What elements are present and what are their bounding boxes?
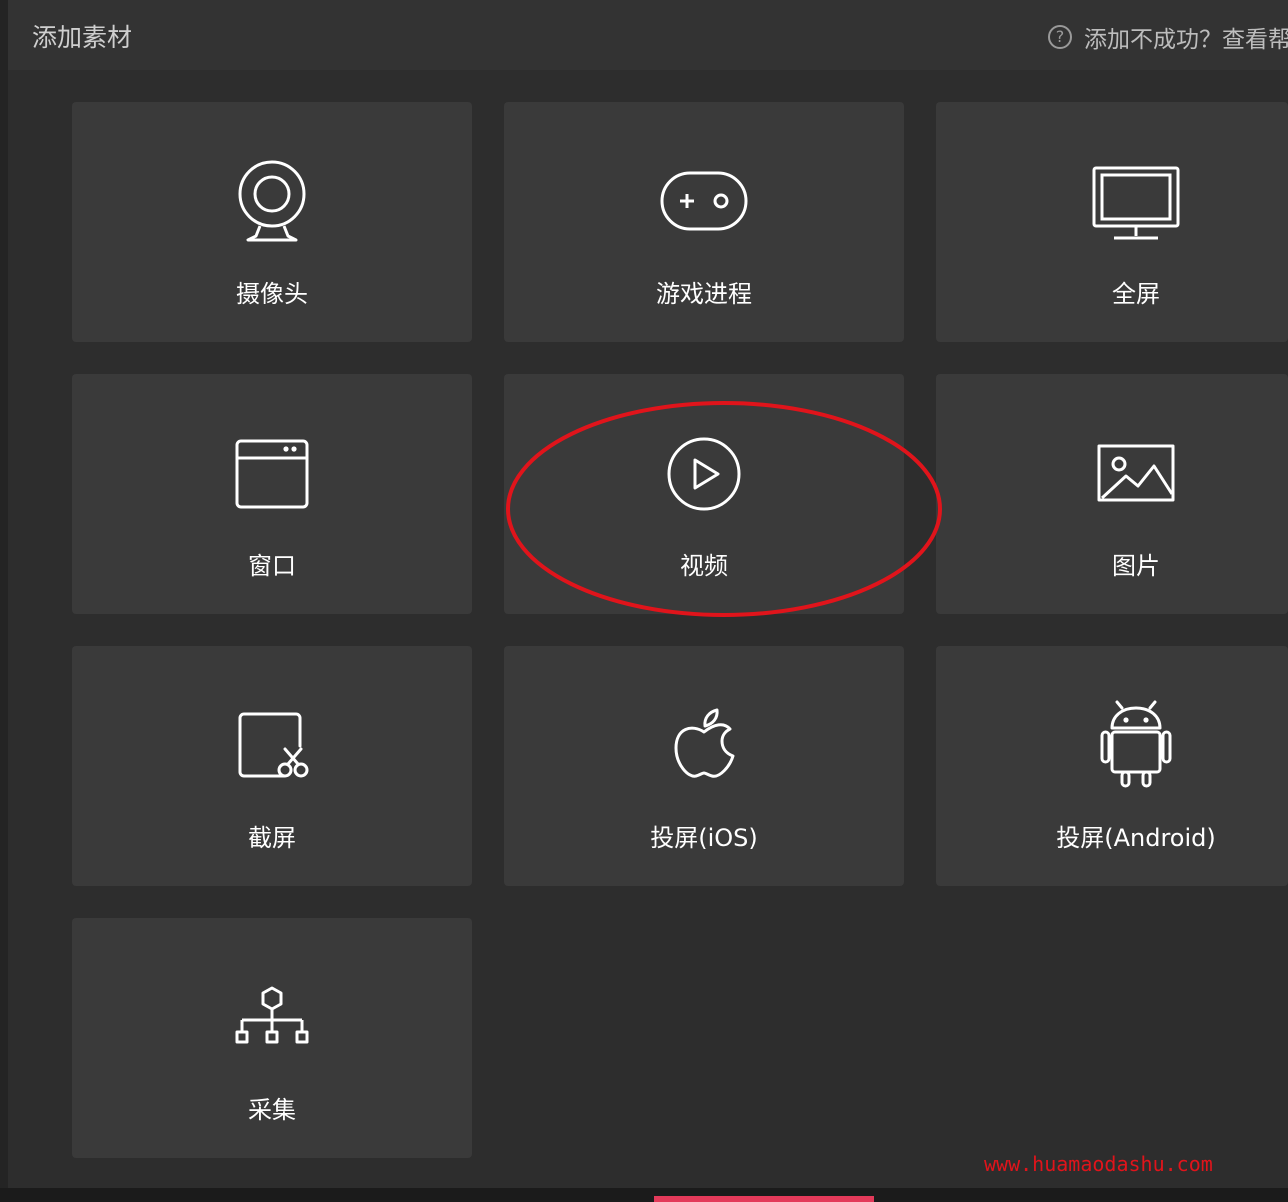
bottom-accent-bar	[654, 1196, 874, 1202]
tile-label: 摄像头	[236, 280, 308, 308]
tile-capture[interactable]: 采集	[72, 918, 472, 1158]
tile-label: 截屏	[248, 824, 296, 852]
tile-label: 窗口	[248, 552, 296, 580]
tile-game-process[interactable]: 游戏进程	[504, 102, 904, 342]
question-icon: ?	[1048, 25, 1072, 49]
left-edge	[0, 0, 8, 1202]
tile-webcam[interactable]: 摄像头	[72, 102, 472, 342]
tile-label: 投屏(iOS)	[650, 824, 758, 852]
tile-window[interactable]: 窗口	[72, 374, 472, 614]
help-link[interactable]: ? 添加不成功？查看帮助	[1048, 20, 1288, 54]
help-link-text: 添加不成功？查看帮助	[1084, 27, 1288, 53]
tile-airplay-android[interactable]: 投屏(Android)	[936, 646, 1288, 886]
tile-video[interactable]: 视频	[504, 374, 904, 614]
dialog-title: 添加素材	[32, 23, 133, 52]
tile-label: 采集	[248, 1096, 296, 1124]
tile-fullscreen[interactable]: 全屏	[936, 102, 1288, 342]
tile-label: 全屏	[1112, 280, 1160, 308]
tile-label: 投屏(Android)	[1056, 824, 1216, 852]
tile-airplay-ios[interactable]: 投屏(iOS)	[504, 646, 904, 886]
tile-image[interactable]: 图片	[936, 374, 1288, 614]
tile-screenshot[interactable]: 截屏	[72, 646, 472, 886]
dialog-header: 添加素材 ? 添加不成功？查看帮助	[8, 0, 1288, 70]
tile-label: 图片	[1112, 552, 1160, 580]
tile-label: 游戏进程	[656, 280, 752, 308]
watermark: www.huamaodashu.com	[984, 1152, 1213, 1176]
add-source-dialog: 添加素材 ? 添加不成功？查看帮助 摄像头 游戏进程	[8, 0, 1288, 1188]
bottom-toolbar-edge	[0, 1188, 1288, 1202]
tile-label: 视频	[680, 552, 728, 580]
